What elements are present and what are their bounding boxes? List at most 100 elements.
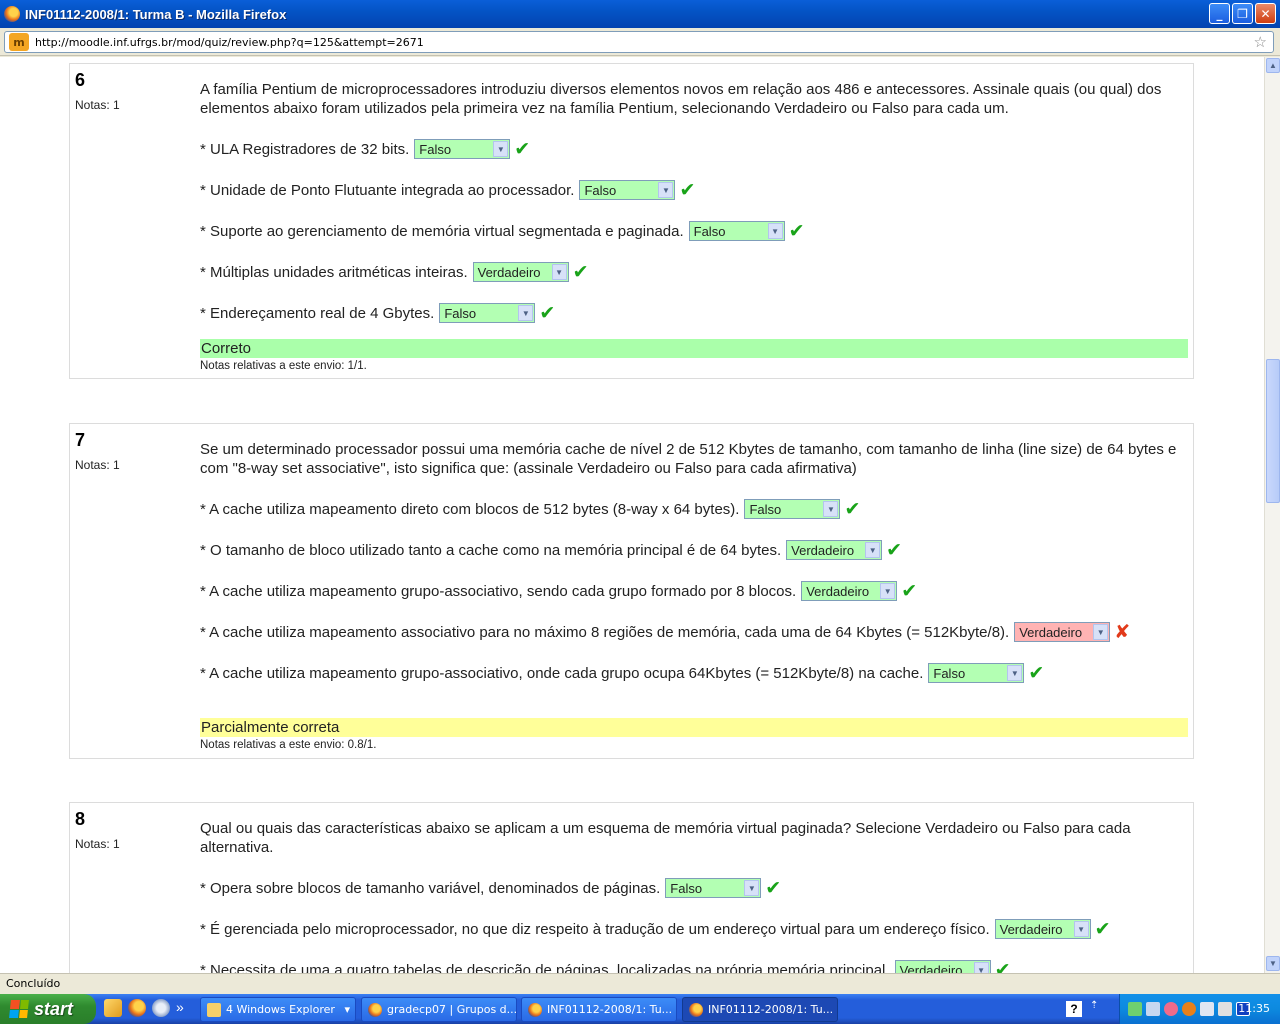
answer-statement: * Múltiplas unidades aritméticas inteira…	[200, 263, 468, 281]
chevron-down-icon: ▼	[744, 880, 760, 896]
chevron-down-icon: ▾	[344, 1003, 350, 1016]
moodle-icon: m	[9, 33, 29, 51]
answer-select[interactable]: Falso ▼	[414, 139, 511, 159]
media-player-icon[interactable]	[152, 999, 170, 1017]
question-number: 7	[75, 430, 86, 450]
flower-icon[interactable]	[1164, 1002, 1178, 1016]
answer-statement: * Necessita de uma a quatro tabelas de d…	[200, 961, 890, 974]
quick-launch: »	[104, 999, 184, 1017]
check-icon: ✔	[1028, 662, 1045, 684]
windows-logo-icon	[9, 1000, 29, 1018]
minimize-button[interactable]: _	[1209, 3, 1230, 24]
question-text: Se um determinado processador possui uma…	[200, 441, 1177, 477]
answer-item: * É gerenciada pelo microprocessador, no…	[200, 918, 1111, 940]
folder-icon	[207, 1002, 221, 1017]
show-desktop-icon[interactable]	[104, 999, 122, 1017]
grade-note: Notas relativas a este envio: 1/1.	[200, 360, 367, 372]
vertical-scrollbar[interactable]: ▲ ▼	[1264, 57, 1280, 973]
tray-expand-icon[interactable]: ⇡	[1090, 1000, 1098, 1011]
taskbar: start » 4 Windows Explorer ▾ gradecp07 |…	[0, 994, 1280, 1024]
check-icon: ✔	[788, 220, 805, 242]
question-block: 6 Notas: 1 A família Pentium de micropro…	[69, 63, 1194, 379]
firefox-icon	[528, 1002, 542, 1017]
scrollbar-thumb[interactable]	[1266, 359, 1280, 503]
answer-select[interactable]: Falso ▼	[439, 303, 536, 323]
scroll-up-icon[interactable]: ▲	[1266, 58, 1280, 73]
cross-icon: ✘	[1114, 621, 1131, 643]
chevron-down-icon: ▼	[880, 583, 896, 599]
answer-statement: * É gerenciada pelo microprocessador, no…	[200, 920, 990, 938]
answer-select[interactable]: Falso ▼	[665, 878, 762, 898]
answer-select[interactable]: Falso ▼	[688, 221, 785, 241]
answer-statement: * O tamanho de bloco utilizado tanto a c…	[200, 541, 782, 559]
answer-item: * Endereçamento real de 4 Gbytes. Falso ▼…	[200, 302, 555, 324]
window-title: INF01112-2008/1: Turma B - Mozilla Firef…	[25, 6, 287, 22]
check-icon: ✔	[1094, 918, 1111, 940]
url-bar[interactable]: m http://moodle.inf.ufrgs.br/mod/quiz/re…	[4, 31, 1274, 53]
check-icon: ✔	[994, 959, 1011, 973]
answer-select[interactable]: Verdadeiro ▼	[472, 262, 569, 282]
chevron-down-icon: ▼	[823, 501, 839, 517]
firefox-icon[interactable]	[128, 999, 146, 1017]
firefox-tray-icon[interactable]	[1182, 1002, 1196, 1016]
answer-item: * A cache utiliza mapeamento grupo-assoc…	[200, 662, 1044, 684]
navigation-toolbar: m http://moodle.inf.ufrgs.br/mod/quiz/re…	[0, 28, 1280, 56]
shield-icon[interactable]	[1218, 1002, 1232, 1016]
scroll-down-icon[interactable]: ▼	[1266, 956, 1280, 971]
chevron-down-icon: ▼	[551, 264, 567, 280]
bookmark-star-icon[interactable]: ☆	[1254, 33, 1267, 51]
answer-select[interactable]: Falso ▼	[579, 180, 676, 200]
answer-item: * A cache utiliza mapeamento associativo…	[200, 621, 1130, 643]
close-button[interactable]: ✕	[1255, 3, 1276, 24]
question-block: 8 Notas: 1 Qual ou quais das característ…	[69, 802, 1194, 973]
help-icon[interactable]: ?	[1066, 1001, 1082, 1017]
user-icon[interactable]	[1146, 1002, 1160, 1016]
chevron-down-icon: ▼	[865, 542, 881, 558]
speaker-icon[interactable]	[1200, 1002, 1214, 1016]
window-titlebar: INF01112-2008/1: Turma B - Mozilla Firef…	[0, 0, 1280, 28]
url-text[interactable]: http://moodle.inf.ufrgs.br/mod/quiz/revi…	[35, 36, 424, 49]
taskbar-item-explorer[interactable]: 4 Windows Explorer ▾	[200, 997, 356, 1022]
answer-select[interactable]: Falso ▼	[928, 663, 1025, 683]
answer-select[interactable]: Falso ▼	[744, 499, 841, 519]
answer-select[interactable]: Verdadeiro ▼	[894, 960, 991, 973]
maximize-button[interactable]: ❐	[1232, 3, 1253, 24]
window-controls: _ ❐ ✕	[1209, 3, 1276, 24]
chevron-down-icon: ▼	[658, 182, 674, 198]
status-bar: Concluído	[0, 973, 1280, 994]
network-icon[interactable]	[1128, 1002, 1142, 1016]
taskbar-item-inf01112-b[interactable]: INF01112-2008/1: Tu...	[682, 997, 838, 1022]
check-icon: ✔	[886, 539, 903, 561]
taskbar-item-inf01112-a[interactable]: INF01112-2008/1: Tu...	[521, 997, 677, 1022]
question-number: 6	[75, 70, 86, 90]
clock: 11:35	[1238, 1002, 1270, 1015]
answer-item: * Suporte ao gerenciamento de memória vi…	[200, 220, 805, 242]
question-text: Qual ou quais das características abaixo…	[200, 820, 1131, 856]
system-tray: 11:35	[1119, 994, 1280, 1024]
check-icon: ✔	[572, 261, 589, 283]
start-button[interactable]: start	[0, 994, 96, 1024]
question-body: Qual ou quais das características abaixo…	[200, 819, 1190, 973]
question-body: A família Pentium de microprocessadores …	[200, 80, 1190, 372]
status-text: Concluído	[6, 977, 61, 990]
feedback-partial: Parcialmente correta	[200, 718, 1188, 737]
answer-statement: * Endereçamento real de 4 Gbytes.	[200, 304, 435, 322]
answer-item: * A cache utiliza mapeamento direto com …	[200, 498, 860, 520]
start-label: start	[34, 998, 74, 1019]
answer-select[interactable]: Verdadeiro ▼	[801, 581, 898, 601]
quick-launch-more-icon[interactable]: »	[176, 999, 184, 1017]
answer-select[interactable]: Verdadeiro ▼	[994, 919, 1091, 939]
taskbar-item-gradecp07[interactable]: gradecp07 | Grupos d...	[361, 997, 517, 1022]
answer-select[interactable]: Verdadeiro ▼	[1014, 622, 1111, 642]
taskbar-item-label: INF01112-2008/1: Tu...	[708, 1003, 834, 1016]
answer-statement: * ULA Registradores de 32 bits.	[200, 140, 410, 158]
answer-statement: * A cache utiliza mapeamento grupo-assoc…	[200, 582, 797, 600]
chevron-down-icon: ▼	[1073, 921, 1089, 937]
firefox-icon	[368, 1002, 382, 1017]
question-body: Se um determinado processador possui uma…	[200, 440, 1190, 751]
chevron-down-icon: ▼	[518, 305, 534, 321]
answer-select[interactable]: Verdadeiro ▼	[786, 540, 883, 560]
check-icon: ✔	[539, 302, 556, 324]
feedback-correct: Correto	[200, 339, 1188, 358]
answer-statement: * A cache utiliza mapeamento direto com …	[200, 500, 740, 518]
